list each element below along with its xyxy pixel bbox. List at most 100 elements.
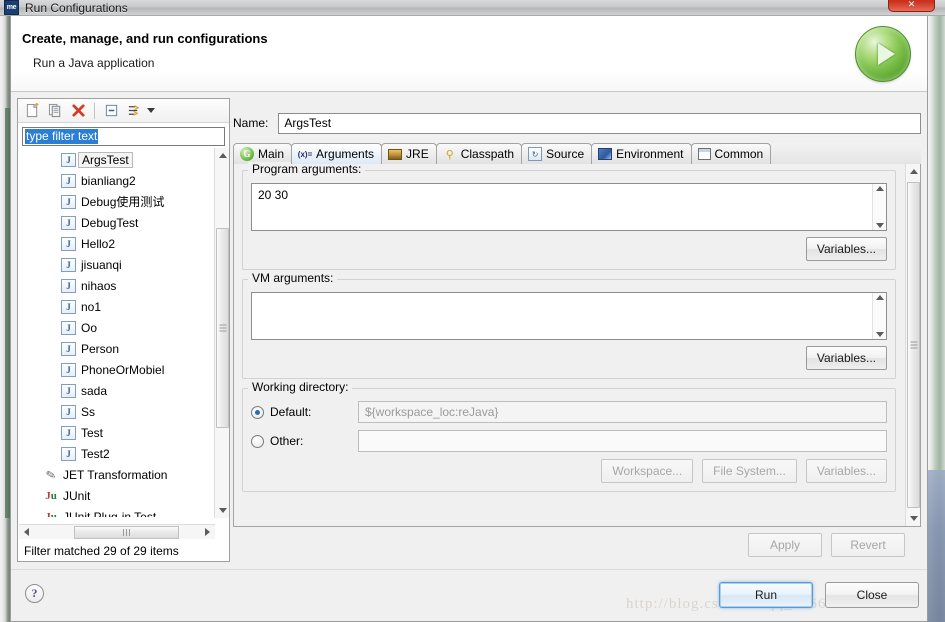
tab-common[interactable]: Common: [690, 143, 772, 164]
duplicate-configuration-icon[interactable]: [45, 101, 65, 121]
workspace-button[interactable]: Workspace...: [601, 459, 694, 483]
tree-item[interactable]: J Hello2: [19, 233, 215, 254]
filter-dropdown-caret-icon[interactable]: [147, 108, 155, 113]
program-arguments-value: 20 30: [258, 188, 289, 202]
tab-label: Environment: [616, 147, 684, 161]
vm-arguments-input[interactable]: [251, 292, 887, 340]
tree-item-label: sada: [81, 383, 108, 398]
background-right-block: [928, 470, 945, 622]
tree-hscrollbar-thumb[interactable]: [74, 525, 179, 539]
java-application-icon: J: [61, 425, 76, 440]
java-application-icon: J: [61, 173, 76, 188]
tree-item[interactable]: J DebugTest: [19, 212, 215, 233]
tree-item-label: Test: [81, 425, 104, 440]
tree-item[interactable]: Jno1: [19, 296, 215, 317]
window-title: Run Configurations: [25, 0, 128, 15]
file-system-button[interactable]: File System...: [702, 459, 797, 483]
arguments-scroll-content: Program arguments: 20 30 Variables... VM…: [234, 162, 904, 526]
default-directory-input[interactable]: ${workspace_loc:reJava}: [358, 401, 887, 423]
window-close-button[interactable]: ✕: [888, 0, 935, 12]
tree-scrollbar-thumb[interactable]: [216, 228, 229, 428]
tree-item[interactable]: Ju JUnit: [19, 485, 215, 506]
other-radio-button[interactable]: [251, 434, 264, 448]
tree-item[interactable]: Ju JUnit Plug-in Test: [19, 506, 215, 518]
tree-item-label: Ss: [81, 404, 96, 419]
tree-item[interactable]: J Test2: [19, 443, 215, 464]
tree-item-label: no1: [81, 299, 102, 314]
tree-item[interactable]: J Test: [19, 422, 215, 443]
apply-button[interactable]: Apply: [748, 533, 822, 557]
tab-classpath[interactable]: ⚲ Classpath: [435, 143, 523, 164]
program-arguments-group: Program arguments: 20 30 Variables...: [242, 162, 896, 270]
program-arguments-scrollbar[interactable]: [872, 184, 886, 230]
tree-vertical-scrollbar[interactable]: [214, 148, 229, 518]
revert-button[interactable]: Revert: [831, 533, 905, 557]
scroll-down-arrow-icon[interactable]: [215, 503, 230, 518]
tree-item-label: Oo: [81, 320, 98, 335]
tab-arguments[interactable]: (x)= Arguments: [291, 143, 383, 164]
scroll-up-arrow-icon[interactable]: [875, 186, 884, 191]
arguments-scrollbar-thumb[interactable]: [907, 182, 920, 508]
scroll-left-arrow-icon[interactable]: [19, 525, 34, 540]
tab-source[interactable]: ↻ Source: [521, 143, 593, 164]
run-badge-icon: [855, 26, 911, 82]
launch-configurations-tree-panel: type filter text J ArgsTest Jbianliang2 J De…: [17, 98, 230, 562]
scroll-down-arrow-icon[interactable]: [875, 223, 884, 228]
run-button[interactable]: Run: [719, 582, 813, 608]
program-variables-button[interactable]: Variables...: [805, 237, 887, 261]
collapse-all-icon[interactable]: [101, 101, 121, 121]
scroll-down-arrow-icon[interactable]: [875, 332, 884, 337]
tree-item[interactable]: J ArgsTest: [19, 149, 215, 170]
tree-item[interactable]: J Person: [19, 338, 215, 359]
tab-jre[interactable]: JRE: [381, 143, 437, 164]
tree-item[interactable]: J Debug使用测试: [19, 191, 215, 212]
tree-item[interactable]: Jbianliang2: [19, 170, 215, 191]
tree-item[interactable]: J Oo: [19, 317, 215, 338]
page-title: Create, manage, and run configurations: [22, 31, 268, 46]
default-radio-button[interactable]: [251, 405, 264, 419]
tab-main[interactable]: G Main: [233, 143, 293, 164]
filter-configurations-icon[interactable]: [124, 101, 144, 121]
configurations-tree[interactable]: J ArgsTest Jbianliang2 J Debug使用测试 J DebugTest…: [19, 149, 215, 517]
tree-horizontal-scrollbar[interactable]: [19, 524, 215, 539]
tree-item[interactable]: Jnihaos: [19, 275, 215, 296]
scroll-up-arrow-icon[interactable]: [875, 295, 884, 300]
close-button[interactable]: Close: [825, 582, 919, 608]
filter-input-value: type filter text: [25, 129, 99, 144]
dialog-footer: ? http://blog.csdn.net/qq_36666268 Run C…: [11, 569, 927, 621]
tree-item[interactable]: Jsada: [19, 380, 215, 401]
scroll-up-arrow-icon[interactable]: [215, 148, 230, 163]
vm-arguments-frame: Variables...: [242, 279, 896, 379]
scroll-right-arrow-icon[interactable]: [200, 525, 215, 540]
tab-environment[interactable]: Environment: [591, 143, 692, 164]
help-icon[interactable]: ?: [25, 584, 44, 603]
vm-arguments-button-row: Variables...: [251, 346, 887, 370]
classpath-icon: ⚲: [445, 148, 454, 161]
tree-item-label: Test2: [81, 446, 110, 461]
tree-item-label: Hello2: [81, 236, 116, 251]
vm-arguments-scrollbar[interactable]: [872, 293, 886, 339]
tree-item-label: jisuanqi: [81, 257, 122, 272]
other-directory-input[interactable]: [358, 430, 887, 452]
arguments-tab-panel: Program arguments: 20 30 Variables... VM…: [233, 162, 921, 527]
working-directory-other-row: Other:: [251, 430, 887, 452]
working-directory-variables-button[interactable]: Variables...: [805, 459, 887, 483]
vm-arguments-label: VM arguments:: [248, 271, 338, 285]
tree-item[interactable]: J Ss: [19, 401, 215, 422]
program-arguments-input[interactable]: 20 30: [251, 183, 887, 231]
new-configuration-icon[interactable]: [22, 101, 42, 121]
tree-item[interactable]: ✎ JET Transformation: [19, 464, 215, 485]
vm-variables-button[interactable]: Variables...: [805, 346, 887, 370]
arguments-pane-scrollbar[interactable]: [905, 164, 920, 526]
filter-input[interactable]: type filter text: [22, 127, 225, 146]
tree-item-label: Debug使用测试: [81, 195, 165, 209]
dialog-header: Create, manage, and run configurations R…: [11, 16, 927, 92]
tree-item[interactable]: J PhoneOrMobiel: [19, 359, 215, 380]
delete-configuration-icon[interactable]: [68, 101, 88, 121]
name-input-value: ArgsTest: [284, 116, 332, 130]
java-application-icon: J: [61, 152, 76, 167]
scroll-down-arrow-icon[interactable]: [906, 511, 921, 526]
tree-item[interactable]: Jjisuanqi: [19, 254, 215, 275]
name-input[interactable]: ArgsTest: [278, 112, 921, 134]
scroll-up-arrow-icon[interactable]: [906, 164, 921, 179]
